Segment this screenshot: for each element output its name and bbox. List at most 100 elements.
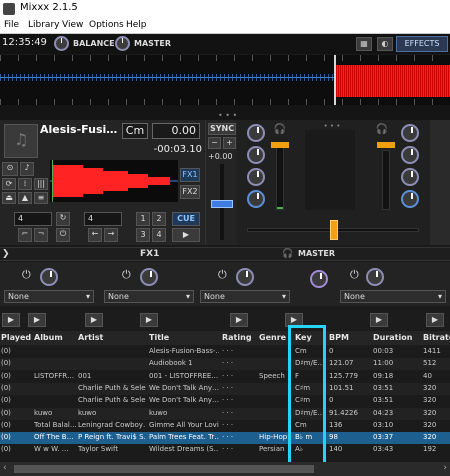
deck2-volume-fader[interactable] xyxy=(377,142,395,148)
beatjump-back-icon[interactable]: ← xyxy=(88,228,102,242)
quantize-icon[interactable]: ⁞ xyxy=(18,178,32,190)
headphone-icon-right[interactable]: 🎧 xyxy=(373,124,391,138)
vinyl-control-icon[interactable]: ◐ xyxy=(377,37,393,51)
loop-out-icon[interactable]: ¬ xyxy=(34,228,48,242)
col-title[interactable]: Title xyxy=(149,333,169,342)
fx4-select[interactable]: None ▾ xyxy=(340,290,446,303)
col-genre[interactable]: Genre xyxy=(259,333,286,342)
col-artist[interactable]: Artist xyxy=(78,333,103,342)
headphone-icon-left[interactable]: 🎧 xyxy=(271,124,289,138)
menu-view[interactable]: View xyxy=(62,20,83,30)
sampler-7-play[interactable]: ▶ xyxy=(370,313,388,327)
fx-headphone-icon[interactable]: 🎧 xyxy=(282,249,293,259)
crossfader-handle[interactable] xyxy=(330,220,338,240)
hotcue-3[interactable]: 3 xyxy=(136,228,150,242)
play-button[interactable]: ▶ xyxy=(172,228,200,242)
menu-file[interactable]: File xyxy=(4,20,19,30)
horizontal-scrollbar[interactable]: ‹ › xyxy=(0,462,450,476)
repeat-icon[interactable]: ⟳ xyxy=(2,178,16,190)
rate-minus-button[interactable]: − xyxy=(208,137,221,149)
hotcue-4[interactable]: 4 xyxy=(152,228,166,242)
cue-button[interactable]: CUE xyxy=(172,212,200,226)
fx4-meta-knob[interactable] xyxy=(366,268,384,286)
menu-library[interactable]: Library xyxy=(28,20,59,30)
fx1-meta-knob[interactable] xyxy=(40,268,58,286)
sampler-6-play[interactable]: ▶ xyxy=(285,313,303,327)
deck1-eq-mid-knob[interactable] xyxy=(247,168,265,186)
loop-size-spinner[interactable]: 4 xyxy=(14,212,52,226)
table-row[interactable]: (0) LISTOFFR… 001 001 - LISTOFFREE… · · · Spe… xyxy=(0,371,450,383)
scroll-thumb[interactable] xyxy=(14,465,314,473)
fx3-select[interactable]: None ▾ xyxy=(200,290,290,303)
col-album[interactable]: Album xyxy=(34,333,63,342)
fx2-toggle[interactable]: FX2 xyxy=(180,185,200,199)
table-row[interactable]: (0) Off The B… P Reign ft. Travi$ S… Palm T… xyxy=(0,432,450,445)
eject-icon[interactable]: ⏏ xyxy=(2,192,16,204)
hotcue-1[interactable]: 1 xyxy=(136,212,150,226)
hotcue-2[interactable]: 2 xyxy=(152,212,166,226)
fx1-toggle[interactable]: FX1 xyxy=(180,168,200,182)
fx1-select[interactable]: None ▾ xyxy=(4,290,94,303)
deck2-eq-high-knob[interactable] xyxy=(401,146,419,164)
slip-icon[interactable]: ▲ xyxy=(18,192,32,204)
sampler-3-play[interactable]: ▶ xyxy=(85,313,103,327)
sampler-1-play[interactable]: ▶ xyxy=(2,313,20,327)
table-row[interactable]: (0) kuwo kuwo kuwo · · · D♯m/E… 91.4226 04:23 32… xyxy=(0,407,450,420)
vinyl-icon[interactable]: ⊙ xyxy=(2,162,18,176)
deck2-gain-knob[interactable] xyxy=(401,124,419,142)
col-rating[interactable]: Rating xyxy=(222,333,252,342)
rate-plus-button[interactable]: + xyxy=(223,137,236,149)
beatgrid-icon[interactable]: ||| xyxy=(34,178,48,190)
balance-knob[interactable] xyxy=(54,36,69,51)
sampler-2-play[interactable]: ▶ xyxy=(28,313,46,327)
sampler-5-play[interactable]: ▶ xyxy=(230,313,248,327)
fx1-power-icon[interactable]: ⏻ xyxy=(22,268,31,282)
col-bitrate[interactable]: Bitrate xyxy=(423,333,450,342)
menu-help[interactable]: Help xyxy=(126,20,147,30)
beatjump-fwd-icon[interactable]: → xyxy=(104,228,118,242)
table-row[interactable]: (0) W w W. … Taylor Swift Wildest Dreams (S… xyxy=(0,444,450,456)
loop-icon[interactable]: ↻ xyxy=(56,212,70,226)
fx2-select[interactable]: None ▾ xyxy=(104,290,194,303)
deck2-eq-low-knob[interactable] xyxy=(401,190,419,208)
effects-button[interactable]: EFFECTS xyxy=(396,36,448,52)
sampler-8-play[interactable]: ▶ xyxy=(426,313,444,327)
fx2-meta-knob[interactable] xyxy=(140,268,158,286)
menu-options[interactable]: Options xyxy=(89,20,124,30)
beatjump-size-spinner[interactable]: 4 xyxy=(84,212,122,226)
bpm-tap-icon[interactable]: ≡ xyxy=(34,192,48,204)
deck1-volume-fader[interactable] xyxy=(271,142,289,148)
deck-waveform[interactable] xyxy=(50,160,178,202)
fx3-meta-knob[interactable] xyxy=(236,268,254,286)
col-duration[interactable]: Duration xyxy=(373,333,412,342)
table-row[interactable]: (0) Charlie Puth & Sele… We Don't Talk Any… xyxy=(0,395,450,407)
reloop-icon[interactable]: ⏻ xyxy=(56,228,70,242)
scroll-right-icon[interactable]: › xyxy=(443,463,447,473)
splitter[interactable]: • • • xyxy=(0,105,450,120)
fx-collapse-icon[interactable]: ❯ xyxy=(2,249,10,259)
table-row[interactable]: (0) Audiobook 1 · · · D♯m/E… 121.07 11:00 512 xyxy=(0,358,450,371)
keylock-icon[interactable]: ♪ xyxy=(20,162,34,176)
table-row[interactable]: (0) Alesis-Fusion-Bass-… · · · Cm 0 00:03 1411 xyxy=(0,346,450,358)
col-key[interactable]: Key xyxy=(295,333,312,342)
sampler-4-play[interactable]: ▶ xyxy=(140,313,158,327)
deck2-eq-mid-knob[interactable] xyxy=(401,168,419,186)
loop-in-icon[interactable]: ⌐ xyxy=(18,228,32,242)
table-row[interactable]: (0) Charlie Puth & Sele… We Don't Talk Any… xyxy=(0,382,450,395)
table-row[interactable]: (0) Total Balal… Leningrad Cowboy… Gimme Al… xyxy=(0,420,450,432)
col-bpm[interactable]: BPM xyxy=(329,333,349,342)
deck1-eq-high-knob[interactable] xyxy=(247,146,265,164)
col-played[interactable]: Played xyxy=(1,333,31,342)
fx4-power-icon[interactable]: ⏻ xyxy=(350,268,359,282)
fx3-power-icon[interactable]: ⏻ xyxy=(218,268,227,282)
fx2-power-icon[interactable]: ⏻ xyxy=(122,268,131,282)
sync-button[interactable]: SYNC xyxy=(208,123,236,135)
scroll-left-icon[interactable]: ‹ xyxy=(3,463,7,473)
deck1-gain-knob[interactable] xyxy=(247,124,265,142)
mixer-toggle-icon[interactable]: ▦ xyxy=(356,37,372,51)
deck1-eq-low-knob[interactable] xyxy=(247,190,265,208)
master-knob[interactable] xyxy=(115,36,130,51)
rate-slider-handle[interactable] xyxy=(211,200,233,208)
waveform-overview[interactable] xyxy=(0,55,450,105)
fx-mix-knob[interactable] xyxy=(310,270,328,288)
